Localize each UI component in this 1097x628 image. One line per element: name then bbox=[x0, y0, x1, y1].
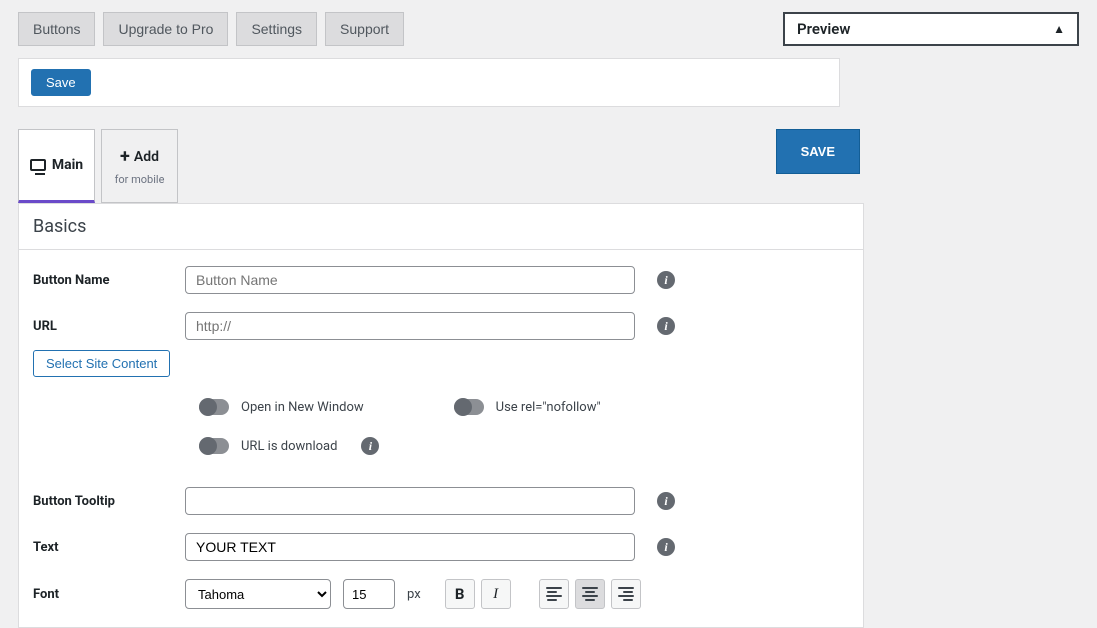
font-unit-label: px bbox=[407, 587, 421, 602]
open-new-window-toggle[interactable] bbox=[199, 399, 229, 415]
url-download-label: URL is download bbox=[241, 439, 337, 454]
info-icon[interactable]: i bbox=[657, 492, 675, 510]
select-site-content-button[interactable]: Select Site Content bbox=[33, 350, 170, 377]
text-label: Text bbox=[33, 540, 185, 555]
info-icon[interactable]: i bbox=[657, 271, 675, 289]
italic-button[interactable]: I bbox=[481, 579, 511, 609]
nav-tab-buttons[interactable]: Buttons bbox=[18, 12, 95, 46]
url-download-toggle[interactable] bbox=[199, 438, 229, 454]
url-label: URL bbox=[33, 319, 185, 334]
device-add-sublabel: for mobile bbox=[115, 173, 165, 186]
button-name-input[interactable] bbox=[185, 266, 635, 294]
chevron-up-icon: ▲ bbox=[1053, 22, 1065, 36]
open-new-window-label: Open in New Window bbox=[241, 400, 364, 415]
preview-label: Preview bbox=[797, 20, 850, 38]
bold-button[interactable]: B bbox=[445, 579, 475, 609]
monitor-icon bbox=[30, 159, 46, 171]
button-name-label: Button Name bbox=[33, 273, 185, 288]
font-select[interactable]: Tahoma bbox=[185, 579, 331, 609]
align-right-button[interactable] bbox=[611, 579, 641, 609]
info-icon[interactable]: i bbox=[657, 538, 675, 556]
font-label: Font bbox=[33, 587, 185, 602]
plus-icon: + bbox=[120, 146, 130, 167]
align-center-button[interactable] bbox=[575, 579, 605, 609]
align-left-button[interactable] bbox=[539, 579, 569, 609]
info-icon[interactable]: i bbox=[657, 317, 675, 335]
save-button-big[interactable]: SAVE bbox=[776, 129, 860, 174]
nofollow-label: Use rel="nofollow" bbox=[496, 400, 601, 415]
panel-title: Basics bbox=[19, 204, 863, 250]
save-button-top[interactable]: Save bbox=[31, 69, 91, 96]
text-input[interactable] bbox=[185, 533, 635, 561]
device-add-label: Add bbox=[134, 149, 159, 165]
font-size-input[interactable] bbox=[343, 579, 395, 609]
device-tab-add[interactable]: + Add for mobile bbox=[101, 129, 178, 203]
tooltip-label: Button Tooltip bbox=[33, 494, 185, 509]
nav-tab-settings[interactable]: Settings bbox=[236, 12, 317, 46]
nav-tab-upgrade[interactable]: Upgrade to Pro bbox=[103, 12, 228, 46]
info-icon[interactable]: i bbox=[361, 437, 379, 455]
nav-tab-support[interactable]: Support bbox=[325, 12, 404, 46]
save-bar: Save bbox=[18, 58, 840, 107]
preview-toggle[interactable]: Preview ▲ bbox=[783, 12, 1079, 46]
url-input[interactable] bbox=[185, 312, 635, 340]
nofollow-toggle[interactable] bbox=[454, 399, 484, 415]
device-tab-main[interactable]: Main bbox=[18, 129, 95, 203]
device-main-label: Main bbox=[52, 157, 83, 173]
tooltip-input[interactable] bbox=[185, 487, 635, 515]
